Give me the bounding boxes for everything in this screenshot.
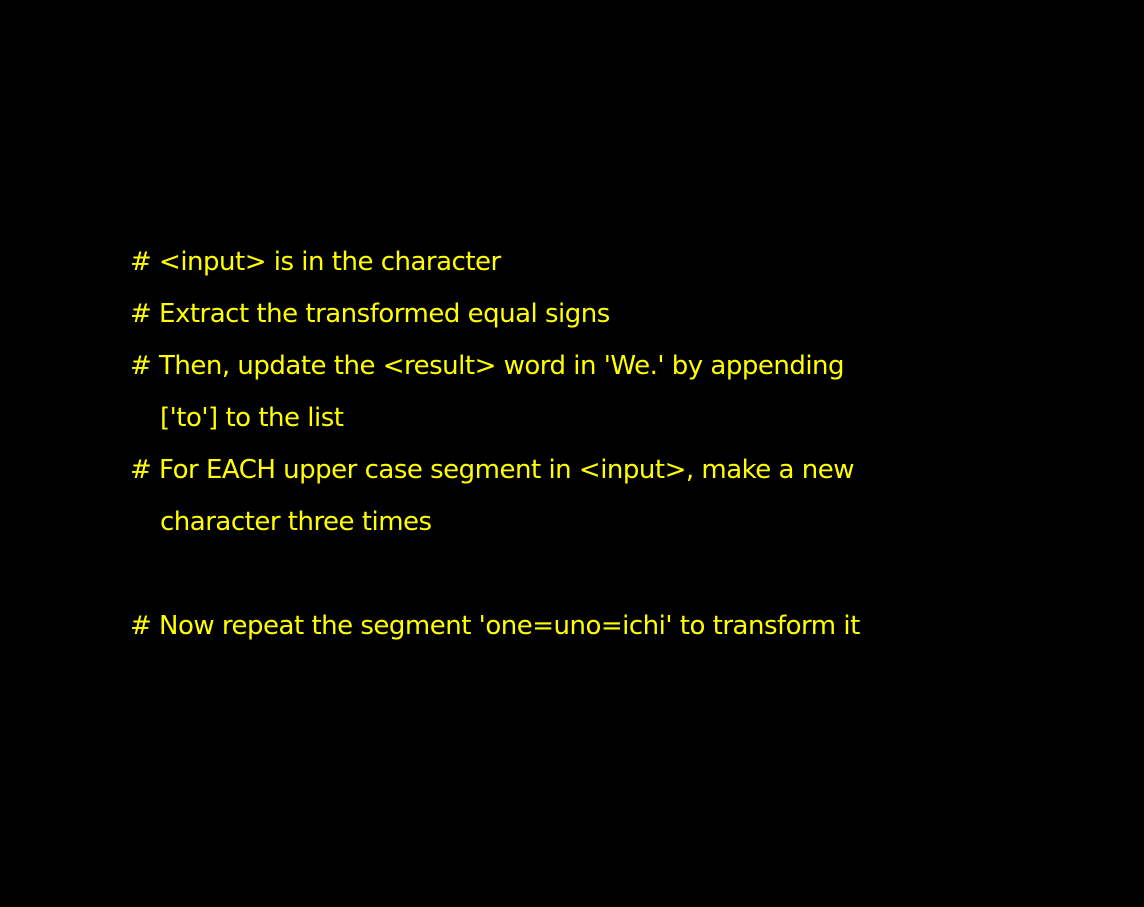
comment-line-2: # Extract the transformed equal signs bbox=[130, 299, 610, 329]
comment-line-3: # Then, update the <result> word in 'We.… bbox=[130, 351, 845, 381]
comment-block: # <input> is in the character # Extract … bbox=[130, 236, 860, 652]
comment-line-3-continuation: ['to'] to the list bbox=[160, 403, 344, 433]
comment-line-1: # <input> is in the character bbox=[130, 247, 501, 277]
comment-line-4: # For EACH upper case segment in <input>… bbox=[130, 455, 854, 485]
screen: # <input> is in the character # Extract … bbox=[0, 0, 1144, 907]
comment-line-5: # Now repeat the segment 'one=uno=ichi' … bbox=[130, 611, 860, 641]
comment-line-4-continuation: character three times bbox=[160, 507, 432, 537]
